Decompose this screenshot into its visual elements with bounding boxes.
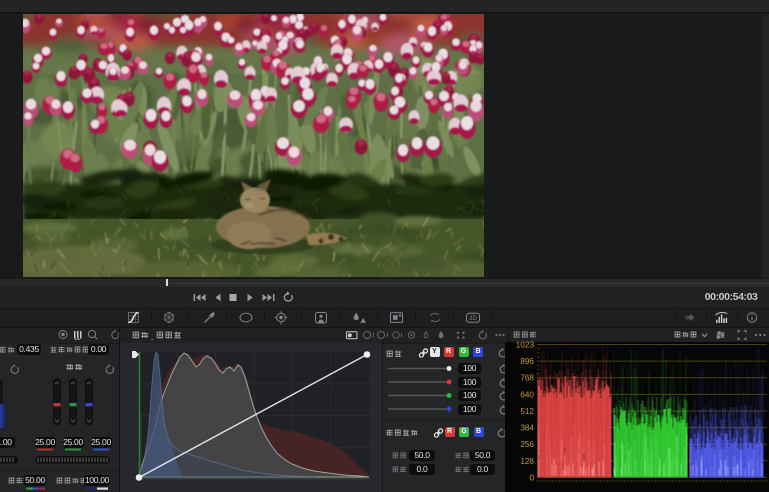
- svg-text:896: 896: [520, 357, 534, 366]
- svg-text:640: 640: [520, 390, 534, 399]
- svg-text:0: 0: [529, 473, 534, 482]
- svg-text:512: 512: [520, 407, 534, 416]
- svg-text:3D: 3D: [469, 316, 477, 322]
- svg-text:768: 768: [520, 374, 534, 383]
- svg-text:1023: 1023: [516, 341, 535, 350]
- svg-text:384: 384: [520, 424, 534, 433]
- svg-text:256: 256: [520, 440, 534, 449]
- svg-text:128: 128: [520, 457, 534, 466]
